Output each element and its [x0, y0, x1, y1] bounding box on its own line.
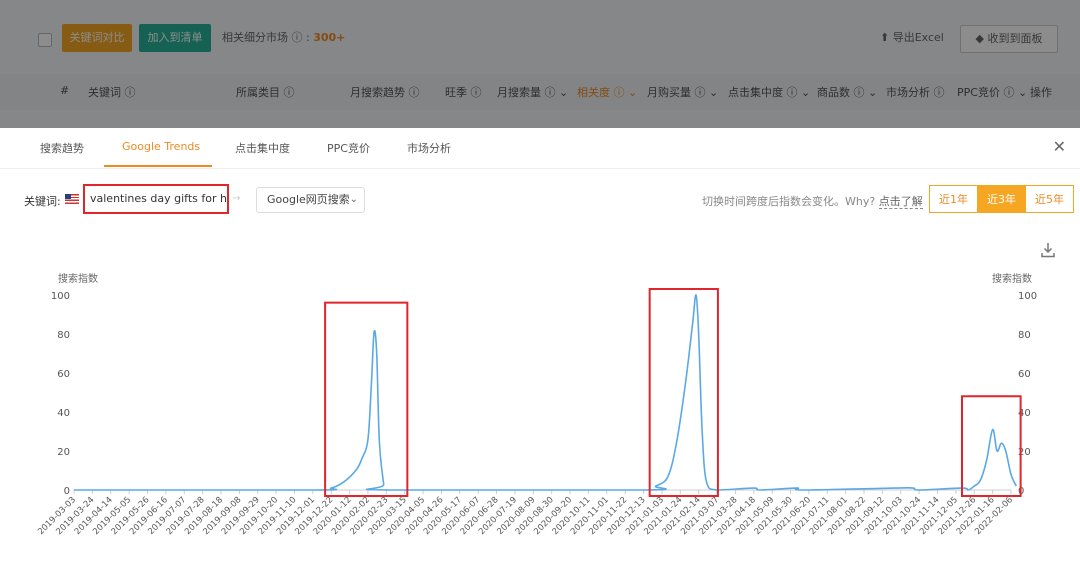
modal-overlay[interactable]: [0, 0, 1080, 128]
google-trends-chart: 搜索指数 搜索指数0 020 2040 4060 6080 80100 1002019-03-…: [36, 272, 1037, 537]
trend-line: [74, 294, 1017, 491]
y-tick-left: 100: [51, 291, 70, 302]
highlight-box: [324, 301, 409, 498]
search-type-value: Google网页搜索: [267, 193, 350, 206]
time-range-toggle: 近1年 近3年 近5年: [929, 185, 1074, 213]
y-axis-label-left: 搜索指数: [58, 272, 98, 285]
tab-ppc[interactable]: PPC竞价: [327, 140, 370, 156]
chevron-down-icon: ⌄: [349, 194, 358, 205]
y-tick-right: 60: [1018, 369, 1031, 380]
y-tick-left: 80: [57, 330, 70, 341]
keyword-field[interactable]: valentines day gifts for her: [83, 184, 229, 214]
close-icon[interactable]: ✕: [1053, 137, 1066, 156]
y-tick-right: 80: [1018, 330, 1031, 341]
highlight-box: [961, 395, 1022, 497]
range-3y-button[interactable]: 近3年: [977, 185, 1026, 213]
keyword-label: 关键词:: [24, 195, 61, 208]
tab-market-analysis[interactable]: 市场分析: [407, 140, 451, 156]
y-tick-left: 40: [57, 408, 70, 419]
tab-bar: 搜索趋势 Google Trends 点击集中度 PPC竞价 市场分析 ✕: [0, 128, 1080, 169]
range-5y-button[interactable]: 近5年: [1025, 185, 1074, 213]
search-type-select[interactable]: Google网页搜索 ⌄: [256, 187, 365, 213]
y-tick-right: 100: [1018, 291, 1037, 302]
timespan-hint: 切换时间跨度后指数会变化。Why? 点击了解: [702, 195, 923, 209]
tab-google-trends[interactable]: Google Trends: [122, 140, 200, 153]
y-axis-label-right: 搜索指数: [992, 272, 1032, 285]
y-tick-left: 20: [57, 447, 70, 458]
us-flag-icon: [65, 194, 79, 204]
tab-search-trend[interactable]: 搜索趋势: [40, 140, 84, 156]
download-icon[interactable]: [1040, 242, 1056, 258]
active-tab-indicator: [104, 165, 212, 167]
separator: →: [232, 193, 241, 204]
range-1y-button[interactable]: 近1年: [929, 185, 978, 213]
learn-more-link[interactable]: 点击了解: [878, 195, 923, 209]
y-tick-left: 0: [64, 486, 70, 497]
y-tick-left: 60: [57, 369, 70, 380]
tab-click-concentration[interactable]: 点击集中度: [235, 140, 290, 156]
